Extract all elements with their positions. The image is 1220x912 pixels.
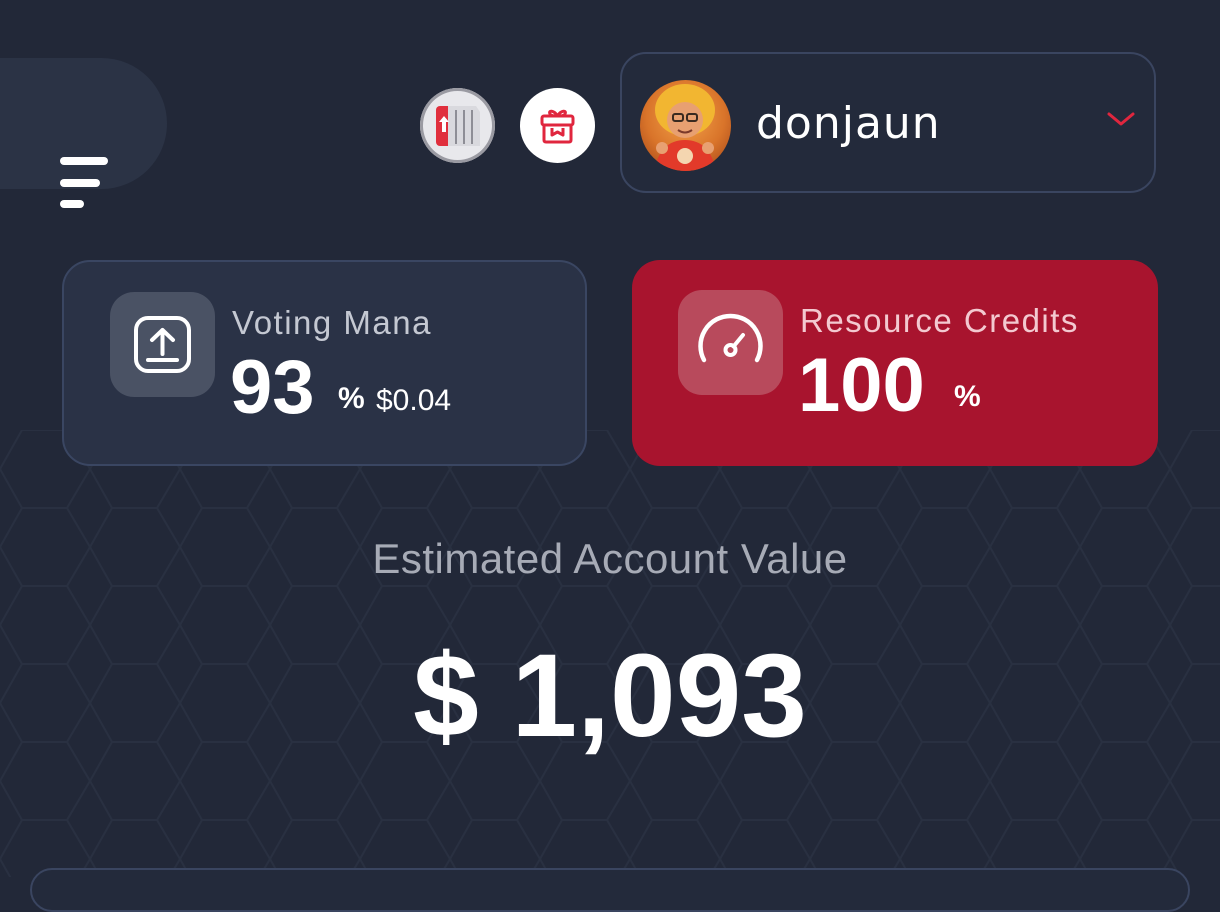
account-dropdown[interactable]: donjaun — [620, 52, 1156, 193]
resource-credits-unit: % — [954, 380, 981, 413]
speedometer-icon — [698, 313, 763, 363]
estimated-account-value-label: Estimated Account Value — [372, 535, 848, 582]
resource-credits-card[interactable]: Resource Credits 100 % — [632, 260, 1158, 466]
voting-mana-unit: % — [338, 382, 365, 415]
wallet-button[interactable] — [420, 88, 495, 163]
upload-tray-icon — [134, 316, 191, 373]
voting-mana-usd: $0.04 — [376, 384, 452, 417]
voting-mana-card[interactable]: Voting Mana 93 % $0.04 — [62, 260, 587, 466]
resource-credits-label: Resource Credits — [800, 302, 1079, 339]
username: donjaun — [756, 98, 941, 149]
menu-button[interactable] — [0, 58, 167, 208]
voting-mana-value: 93 — [230, 345, 315, 430]
gift-button[interactable] — [520, 88, 595, 163]
resource-credits-value: 100 — [798, 343, 925, 428]
bottom-panel-edge — [30, 868, 1190, 912]
resource-credits-icon-box — [678, 290, 783, 395]
voting-mana-label: Voting Mana — [232, 304, 432, 341]
avatar — [640, 80, 731, 171]
chevron-down-icon — [1107, 112, 1135, 126]
wallet-box-icon — [436, 106, 480, 146]
gift-icon — [540, 109, 575, 144]
voting-mana-icon-box — [110, 292, 215, 397]
estimated-account-value: $ 1,093 — [413, 630, 807, 762]
